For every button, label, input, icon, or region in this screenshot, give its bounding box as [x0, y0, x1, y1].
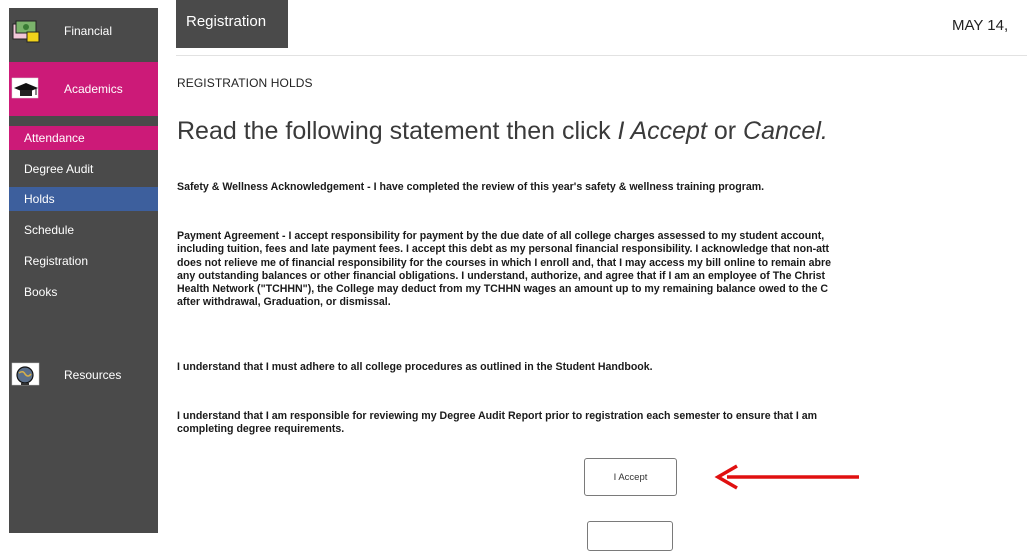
header-date: MAY 14, [952, 17, 1009, 34]
degree-audit-line: completing degree requirements. [177, 423, 345, 436]
payment-line: including tuition, fees and late payment… [177, 243, 830, 256]
heading-text: Read the following statement then click [177, 117, 618, 145]
header-registration-tab[interactable]: Registration [176, 0, 288, 48]
sidebar-section-financial[interactable]: Financial [9, 8, 158, 54]
header-tab-label: Registration [186, 13, 267, 30]
sidebar-item-label: Registration [24, 254, 89, 268]
sidebar-section-academics[interactable]: Academics [9, 62, 158, 116]
sidebar-item-label: Attendance [24, 131, 85, 145]
payment-line: after withdrawal, Graduation, or dismiss… [177, 296, 391, 309]
sidebar-section-resources-label: Resources [64, 368, 122, 382]
sidebar-item-books[interactable]: Books [9, 280, 158, 304]
sidebar-item-degree-audit[interactable]: Degree Audit [9, 157, 158, 181]
left-margin [0, 0, 9, 533]
sidebar-item-holds[interactable]: Holds [9, 187, 158, 211]
payment-line: any outstanding balances or other financ… [177, 269, 826, 282]
degree-audit-statement: I understand that I am responsible for r… [177, 410, 1027, 437]
red-arrow-annotation [714, 464, 859, 490]
graduation-cap-icon [11, 77, 39, 99]
sidebar-item-label: Schedule [24, 223, 75, 237]
payment-agreement: Payment Agreement - I accept responsibil… [177, 230, 1027, 310]
sidebar-section-financial-label: Financial [64, 24, 113, 38]
page-heading: Read the following statement then click … [177, 117, 828, 146]
heading-or-text: or [706, 117, 744, 145]
payment-line: Health Network ("TCHHN"), the College ma… [177, 283, 829, 296]
header-divider [176, 55, 1027, 56]
sidebar-item-attendance[interactable]: Attendance [9, 126, 158, 150]
accept-button[interactable]: I Accept [584, 458, 677, 496]
sidebar-item-label: Degree Audit [24, 162, 94, 176]
heading-cancel-text: Cancel. [743, 117, 828, 145]
sidebar-item-label: Holds [24, 192, 55, 206]
money-icon [12, 20, 40, 43]
payment-line: Payment Agreement - I accept responsibil… [177, 230, 825, 242]
sidebar-item-registration[interactable]: Registration [9, 249, 158, 273]
payment-line: does not relieve me of financial respons… [177, 256, 832, 269]
sidebar-section-academics-label: Academics [64, 82, 123, 96]
sidebar-item-label: Books [24, 285, 58, 299]
safety-statement: Safety & Wellness Acknowledgement - I ha… [177, 181, 765, 193]
globe-icon [11, 362, 40, 386]
degree-audit-line: I understand that I am responsible for r… [177, 410, 818, 422]
sidebar: Financial Academics Attendance Degree Au… [9, 8, 158, 533]
heading-accept-text: I Accept [617, 117, 707, 145]
sidebar-item-schedule[interactable]: Schedule [9, 218, 158, 242]
page-label: REGISTRATION HOLDS [177, 76, 313, 90]
sidebar-section-resources[interactable]: Resources [9, 352, 158, 398]
cancel-button[interactable] [587, 521, 673, 551]
handbook-statement: I understand that I must adhere to all c… [177, 361, 653, 373]
